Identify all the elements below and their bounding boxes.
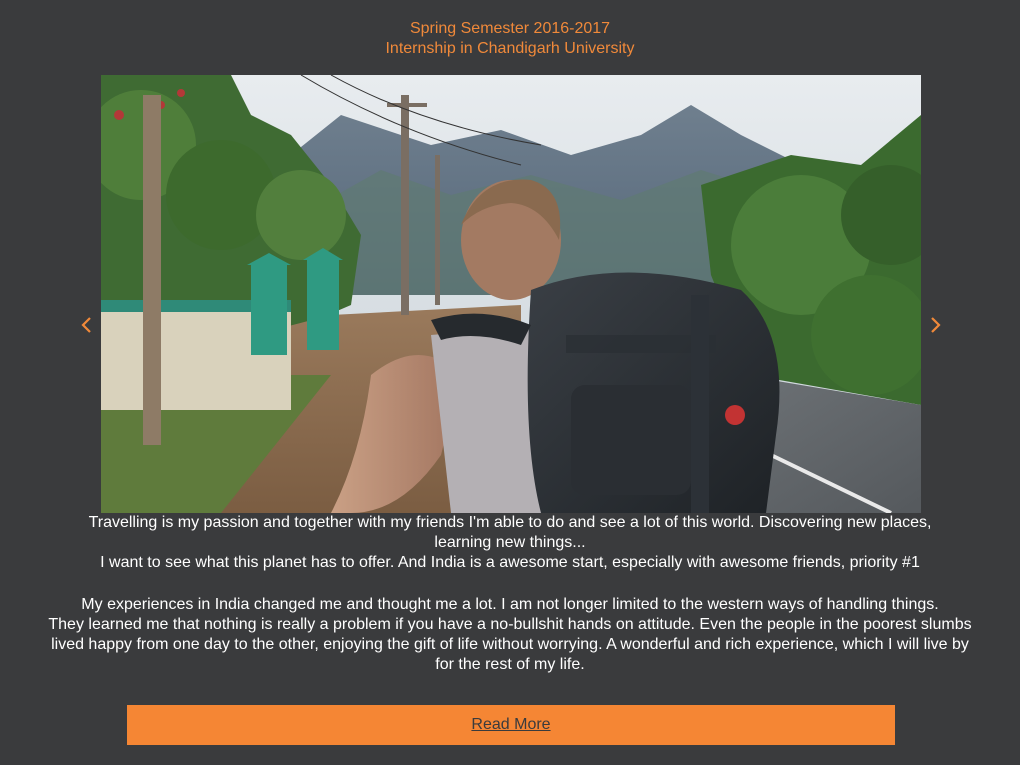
internship-subtitle: Internship in Chandigarh University (385, 40, 635, 57)
read-more-button[interactable]: Read More (127, 705, 895, 745)
carousel-photo (101, 75, 921, 513)
story-line: I want to see what this planet has to of… (100, 554, 920, 571)
carousel-prev-button[interactable] (76, 312, 98, 338)
page-header: Spring Semester 2016-2017 Internship in … (0, 19, 1020, 59)
chevron-right-icon (931, 317, 941, 333)
story-line: Travelling is my passion and together wi… (88, 514, 932, 531)
semester-title: Spring Semester 2016-2017 (409, 20, 611, 37)
story-line: for the rest of my life. (435, 656, 585, 673)
image-carousel (101, 75, 921, 513)
carousel-next-button[interactable] (924, 312, 946, 338)
story-line: lived happy from one day to the other, e… (51, 636, 969, 653)
story-line: They learned me that nothing is really a… (48, 616, 972, 633)
chevron-left-icon (81, 317, 91, 333)
story-line: learning new things... (434, 534, 586, 551)
story-text: Travelling is my passion and together wi… (40, 513, 980, 675)
story-line: My experiences in India changed me and t… (81, 596, 939, 613)
